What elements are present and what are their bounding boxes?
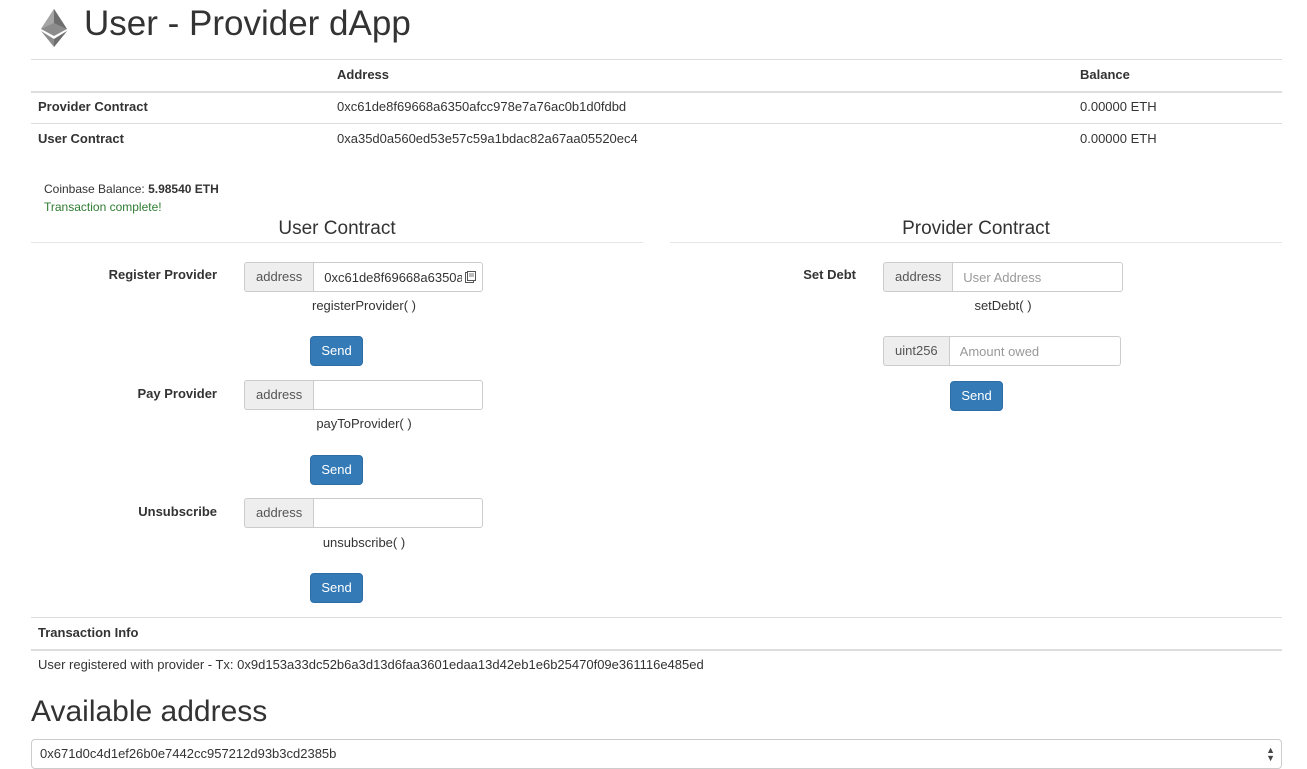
user-address-input[interactable] (952, 262, 1124, 292)
table-header-address: Address (337, 67, 390, 82)
set-debt-send-button[interactable]: Send (950, 381, 1003, 411)
address-addon: address (883, 262, 953, 292)
unsubscribe-address-input[interactable] (313, 498, 484, 528)
transaction-info-header: Transaction Info (38, 625, 139, 640)
table-header-divider (31, 91, 1282, 93)
contract-address: 0xa35d0a560ed53e57c59a1bdac82a67aa05520e… (337, 131, 638, 146)
pay-provider-label: Pay Provider (137, 386, 218, 401)
coinbase-balance-label: Coinbase Balance: (44, 182, 145, 196)
set-debt-address-input-group: address (883, 262, 1124, 292)
table-row-divider (31, 123, 1282, 124)
user-contract-title: User Contract (278, 218, 396, 239)
contract-balance: 0.00000 ETH (1080, 131, 1157, 146)
contract-address: 0xc61de8f69668a6350afcc978e7a76ac0b1d0fd… (337, 99, 627, 114)
uint256-addon: uint256 (883, 336, 949, 366)
available-address-select[interactable]: 0x671d0c4d1ef26b0e7442cc957212d93b3cd238… (31, 739, 1282, 769)
transaction-info-text: User registered with provider - Tx: 0x9d… (38, 657, 704, 672)
provider-contract-divider (670, 242, 1282, 243)
register-provider-address-input[interactable] (313, 262, 484, 292)
contract-balance: 0.00000 ETH (1080, 99, 1157, 114)
set-debt-amount-input-group: uint256 (883, 336, 1121, 366)
unsubscribe-input-group: address (244, 498, 484, 528)
unsubscribe-send-button[interactable]: Send (310, 573, 363, 603)
contract-name: Provider Contract (38, 99, 148, 114)
pay-provider-input-group: address (244, 380, 484, 410)
coinbase-balance: Coinbase Balance: 5.98540 ETH (44, 182, 219, 196)
pay-provider-send-button[interactable]: Send (310, 455, 363, 485)
register-provider-input-group: address (244, 262, 484, 292)
page-title: User - Provider dApp (84, 4, 411, 43)
coinbase-balance-value: 5.98540 ETH (148, 182, 219, 196)
function-name: registerProvider( ) (311, 298, 417, 313)
function-name: unsubscribe( ) (322, 535, 406, 550)
ethereum-icon (40, 9, 68, 47)
select-arrows-icon: ▲ ▼ (1266, 745, 1275, 763)
unsubscribe-label: Unsubscribe (138, 504, 217, 519)
provider-contract-title: Provider Contract (902, 218, 1050, 239)
function-name: setDebt( ) (974, 298, 1032, 313)
register-provider-label: Register Provider (108, 267, 217, 282)
address-addon: address (244, 380, 314, 410)
transaction-info-top-divider (31, 617, 1282, 618)
available-address-title: Available address (31, 695, 268, 728)
transaction-info-header-divider (31, 649, 1282, 651)
function-name: payToProvider( ) (316, 416, 412, 431)
user-contract-divider (31, 242, 643, 243)
pay-provider-address-input[interactable] (313, 380, 484, 410)
address-addon: address (244, 498, 314, 528)
set-debt-label: Set Debt (803, 267, 856, 282)
selected-address: 0x671d0c4d1ef26b0e7442cc957212d93b3cd238… (40, 746, 337, 761)
table-top-divider (31, 59, 1282, 60)
register-provider-send-button[interactable]: Send (310, 336, 363, 366)
table-header-balance: Balance (1080, 67, 1130, 82)
clipboard-icon[interactable] (465, 271, 476, 283)
contract-name: User Contract (38, 131, 124, 146)
address-addon: address (244, 262, 314, 292)
amount-owed-input[interactable] (948, 336, 1121, 366)
status-message: Transaction complete! (44, 200, 162, 214)
